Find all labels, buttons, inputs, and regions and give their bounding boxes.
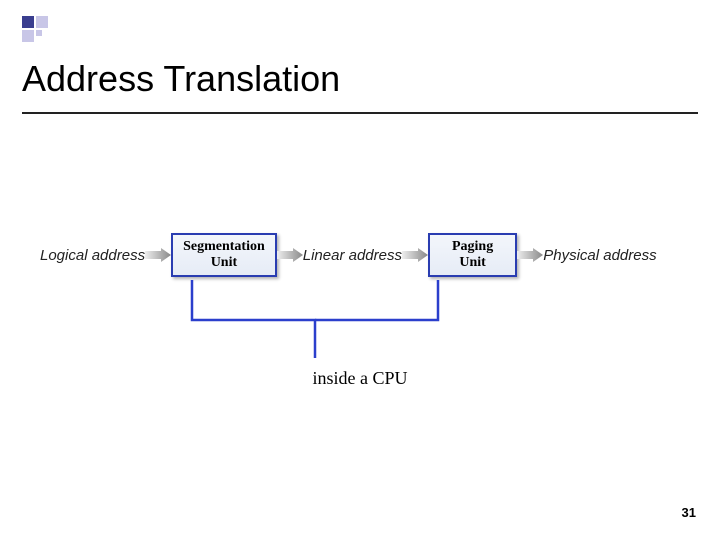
- arrow-icon: [402, 248, 428, 262]
- segmentation-unit-box: Segmentation Unit: [171, 233, 277, 277]
- segmentation-unit-line1: Segmentation: [183, 239, 265, 255]
- diagram-row: Logical address Segmentation Unit Linear…: [40, 230, 680, 280]
- arrow-icon: [517, 248, 543, 262]
- slide: Address Translation Logical address Segm…: [0, 0, 720, 540]
- linear-address-label: Linear address: [303, 247, 402, 264]
- translation-diagram: Logical address Segmentation Unit Linear…: [0, 230, 720, 430]
- physical-address-label: Physical address: [543, 247, 656, 264]
- paging-unit-box: Paging Unit: [428, 233, 517, 277]
- cpu-bracket-icon: [172, 280, 458, 360]
- arrow-icon: [277, 248, 303, 262]
- paging-unit-line1: Paging: [452, 239, 493, 255]
- inside-cpu-caption: inside a CPU: [0, 368, 720, 389]
- page-title: Address Translation: [22, 58, 340, 100]
- title-rule: [22, 112, 698, 114]
- page-number: 31: [682, 505, 696, 520]
- logical-address-label: Logical address: [40, 247, 145, 264]
- segmentation-unit-line2: Unit: [183, 255, 265, 271]
- arrow-icon: [145, 248, 171, 262]
- paging-unit-line2: Unit: [452, 255, 493, 271]
